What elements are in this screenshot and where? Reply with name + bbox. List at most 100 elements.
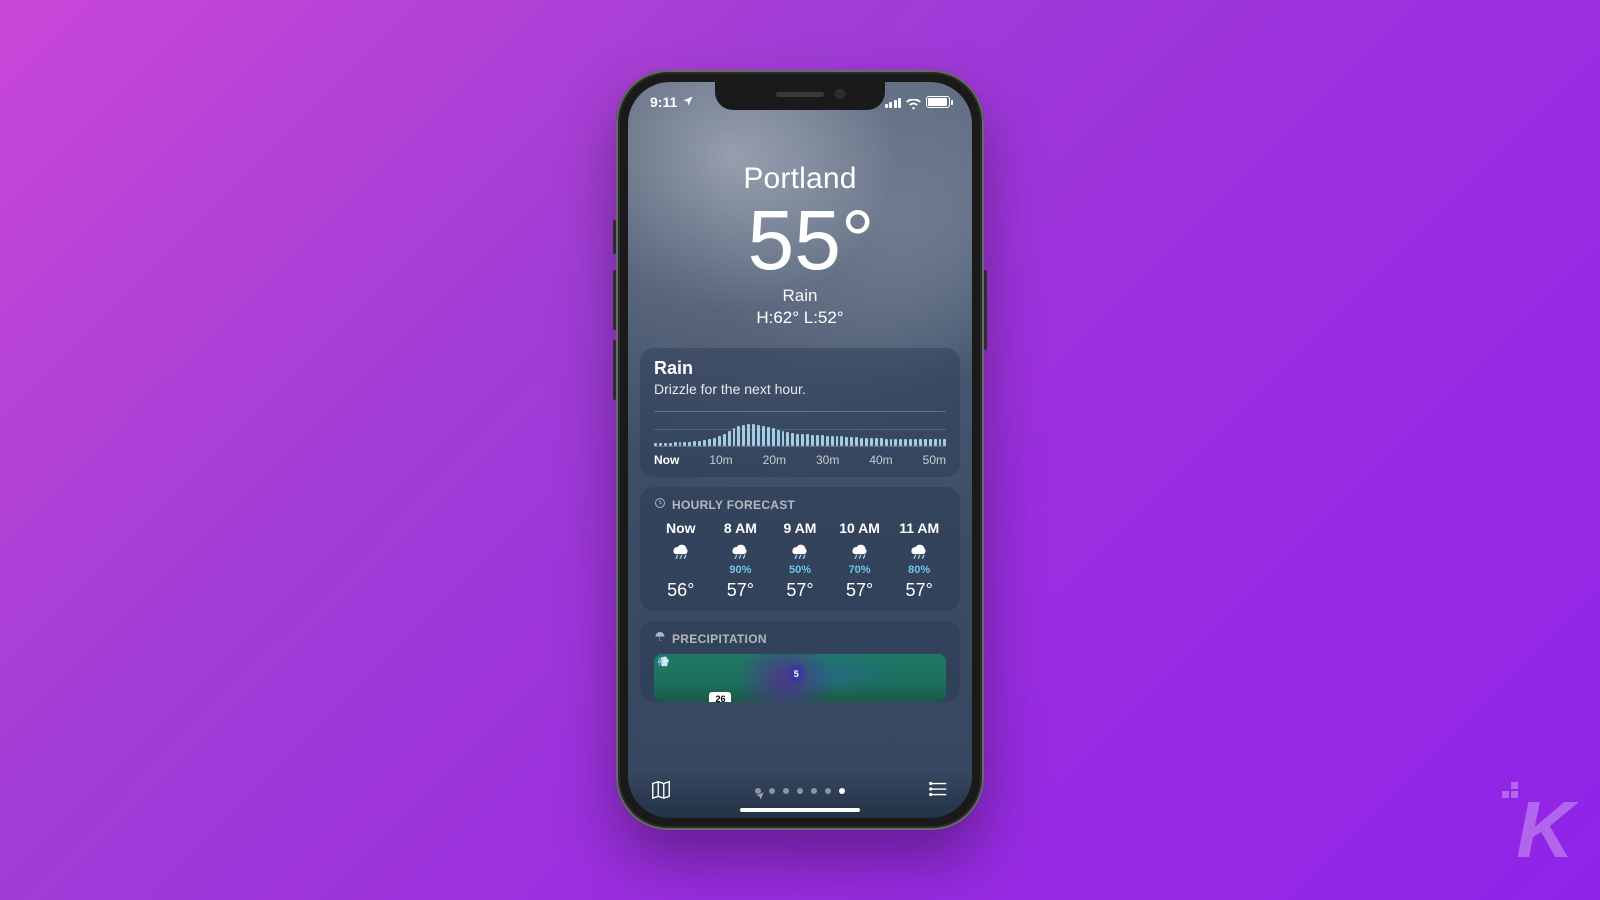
precipitation-header: PRECIPITATION (672, 632, 767, 646)
locations-list-button[interactable] (928, 778, 950, 805)
rain-bar (870, 438, 873, 446)
hour-temp: 57° (727, 580, 754, 601)
hourly-forecast-header: HOURLY FORECAST (672, 498, 795, 512)
rain-cloud-icon (849, 540, 871, 560)
rain-cloud-icon (670, 540, 692, 560)
rain-intensity-chart (654, 411, 946, 447)
rain-bar (816, 435, 819, 446)
rain-card-subtitle: Drizzle for the next hour. (654, 381, 946, 397)
rain-bar (713, 438, 716, 446)
rain-bar (718, 436, 721, 446)
city-name: Portland (638, 162, 962, 196)
rain-bar (904, 439, 907, 446)
rain-bar (752, 424, 755, 446)
pager-dot[interactable] (797, 788, 803, 794)
hour-precip-pct: 70% (849, 564, 871, 576)
clock-icon (654, 497, 666, 512)
current-temperature: 55° (638, 198, 962, 282)
hourly-item: Now56° (654, 520, 708, 601)
rain-axis-tick: 20m (763, 453, 786, 467)
rain-bar (806, 434, 809, 446)
hi-lo: H:62° L:52° (638, 308, 962, 328)
rain-chart-axis: Now10m20m30m40m50m (654, 453, 946, 467)
rain-bar (723, 434, 726, 446)
weather-content[interactable]: Portland 55° Rain H:62° L:52° Rain Drizz… (628, 82, 972, 818)
rain-bar (747, 424, 750, 446)
pager-location-icon[interactable] (755, 788, 761, 794)
hour-temp: 57° (906, 580, 933, 601)
rain-bar (801, 434, 804, 446)
rain-bar (742, 425, 745, 446)
hourly-item: 10 AM 70% 57° (833, 520, 887, 601)
pager-dot[interactable] (769, 788, 775, 794)
rain-bar (880, 438, 883, 446)
rain-bar (688, 442, 691, 446)
rain-bar (698, 441, 701, 446)
pager-dot[interactable] (825, 788, 831, 794)
phone-frame: 9:11 Portland 55° Rain H:62° L:52° (616, 70, 984, 830)
rain-bar (733, 428, 736, 446)
rain-card-title: Rain (654, 358, 946, 379)
rain-bar (767, 427, 770, 446)
pager-dot[interactable] (811, 788, 817, 794)
rain-bar (909, 439, 912, 446)
rain-bar (929, 439, 932, 446)
cellular-signal-icon (885, 97, 902, 108)
rain-bar (811, 435, 814, 446)
rain-bar (924, 439, 927, 446)
hour-precip-pct: 80% (908, 564, 930, 576)
hour-precip-pct: 90% (729, 564, 751, 576)
precipitation-card[interactable]: PRECIPITATION 💨 5 26 (640, 621, 960, 702)
hour-temp: 56° (667, 580, 694, 601)
rain-bar (914, 439, 917, 446)
watermark-logo: K (1516, 790, 1570, 870)
hour-time: 10 AM (839, 520, 880, 536)
rain-bar (875, 438, 878, 446)
rain-bar (659, 443, 662, 446)
hourly-item: 8 AM 90% 57° (714, 520, 768, 601)
rain-bar (777, 430, 780, 446)
hour-temp: 57° (846, 580, 873, 601)
page-indicator[interactable] (755, 788, 845, 794)
route-shield-icon: 5 (788, 665, 804, 683)
rain-bar (899, 439, 902, 446)
rain-bar (934, 439, 937, 446)
rain-bar (826, 436, 829, 446)
hour-time: 11 AM (899, 520, 939, 536)
map-button[interactable] (650, 778, 672, 805)
rain-bar (850, 437, 853, 446)
rain-bar (919, 439, 922, 446)
rain-bar (737, 426, 740, 446)
rain-cloud-icon (789, 540, 811, 560)
rain-bar (664, 443, 667, 446)
rain-bar (885, 439, 888, 446)
rain-bar (786, 432, 789, 446)
rain-bar (683, 442, 686, 446)
pager-dot[interactable] (783, 788, 789, 794)
rain-bar (728, 431, 731, 446)
rain-bar (679, 442, 682, 446)
rain-bar (762, 426, 765, 446)
home-indicator[interactable] (740, 808, 860, 812)
rain-bar (831, 436, 834, 446)
rain-bar (708, 439, 711, 446)
rain-bar (791, 433, 794, 446)
rain-bar (757, 425, 760, 446)
current-condition: Rain (638, 286, 962, 306)
precipitation-map[interactable]: 💨 5 26 (654, 654, 946, 702)
wind-icon: 💨 (657, 657, 669, 668)
pager-dot[interactable] (839, 788, 845, 794)
hour-precip-pct: 50% (789, 564, 811, 576)
route-badge-icon: 26 (709, 692, 731, 702)
hourly-forecast-card[interactable]: HOURLY FORECAST Now56°8 AM90%57°9 AM50%5… (640, 487, 960, 611)
rain-bar (674, 442, 677, 446)
rain-bar (782, 431, 785, 446)
next-hour-rain-card[interactable]: Rain Drizzle for the next hour. Now10m20… (640, 348, 960, 477)
hour-time: 8 AM (724, 520, 757, 536)
rain-axis-tick: 10m (709, 453, 732, 467)
rain-bar (894, 439, 897, 446)
hourly-item: 11 AM 80% 57° (892, 520, 946, 601)
rain-bar (860, 438, 863, 447)
rain-bar (840, 436, 843, 446)
rain-bar (703, 440, 706, 446)
